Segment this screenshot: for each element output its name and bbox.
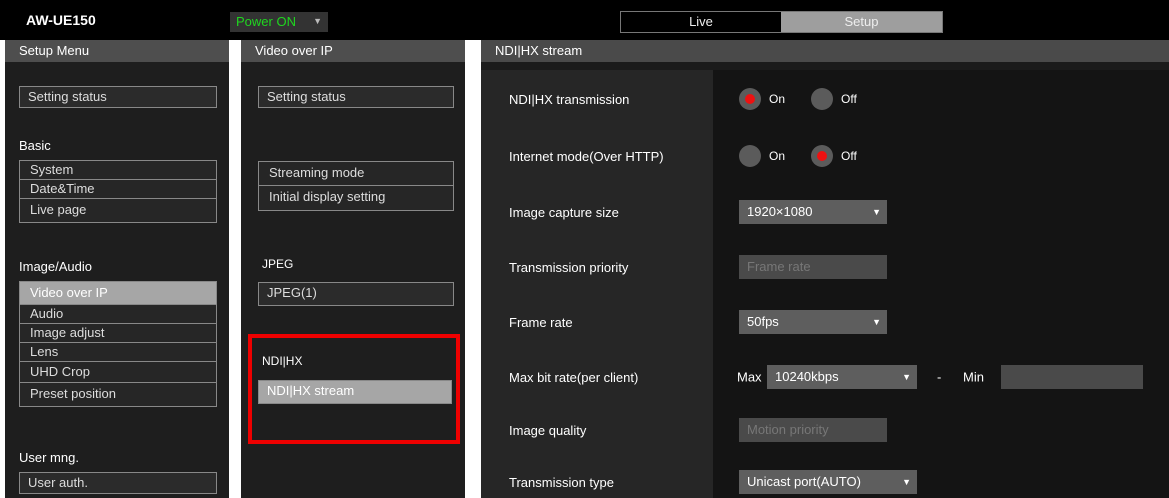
row-max-bit-rate: Max bit rate(per client) Max 10240kbps ▼… xyxy=(481,350,1169,404)
video-over-ip-menu-list: Streaming mode Initial display setting xyxy=(258,161,454,211)
menu-item-date-time[interactable]: Date&Time xyxy=(20,180,216,199)
internet-mode-off-radio[interactable]: Off xyxy=(811,145,857,167)
menu-item-initial-display-setting[interactable]: Initial display setting xyxy=(259,186,453,210)
image-quality-value: Motion priority xyxy=(747,422,829,437)
image-quality-select: Motion priority xyxy=(739,418,887,442)
menu-item-live-page[interactable]: Live page xyxy=(20,199,216,222)
frame-rate-select[interactable]: 50fps ▼ xyxy=(739,310,887,334)
ndi-transmission-control: On Off xyxy=(713,70,1169,128)
transmission-type-select[interactable]: Unicast port(AUTO) ▼ xyxy=(739,470,917,494)
menu-item-streaming-mode[interactable]: Streaming mode xyxy=(259,162,453,186)
basic-menu-list: System Date&Time Live page xyxy=(19,160,217,223)
transmission-type-label: Transmission type xyxy=(481,456,713,498)
transmission-priority-select: Frame rate xyxy=(739,255,887,279)
menu-item-jpeg-1[interactable]: JPEG(1) xyxy=(258,282,454,306)
chevron-down-icon: ▼ xyxy=(313,16,322,26)
ndi-transmission-label: NDI|HX transmission xyxy=(481,70,713,128)
image-quality-label: Image quality xyxy=(481,404,713,456)
menu-item-system[interactable]: System xyxy=(20,161,216,180)
main-title: NDI|HX stream xyxy=(481,40,1169,62)
row-internet-mode: Internet mode(Over HTTP) On Off xyxy=(481,128,1169,184)
max-bit-rate-select[interactable]: 10240kbps ▼ xyxy=(767,365,917,389)
tab-setup[interactable]: Setup xyxy=(781,12,942,32)
sub-setting-status-button[interactable]: Setting status xyxy=(258,86,454,108)
power-dropdown[interactable]: Power ON ▼ xyxy=(230,12,328,32)
menu-item-image-adjust[interactable]: Image adjust xyxy=(20,324,216,343)
chevron-down-icon: ▼ xyxy=(902,477,911,487)
row-transmission-type: Transmission type Unicast port(AUTO) ▼ xyxy=(481,456,1169,498)
menu-item-lens[interactable]: Lens xyxy=(20,343,216,362)
menu-item-preset-position[interactable]: Preset position xyxy=(20,383,216,406)
radio-off-label: Off xyxy=(841,149,857,163)
min-bit-rate-select xyxy=(1001,365,1143,389)
group-label-jpeg: JPEG xyxy=(262,257,294,271)
transmission-priority-label: Transmission priority xyxy=(481,240,713,294)
range-dash: - xyxy=(937,369,942,385)
tab-live[interactable]: Live xyxy=(621,12,781,32)
max-label: Max xyxy=(737,369,762,385)
min-label: Min xyxy=(963,369,984,385)
top-bar: AW-UE150 Power ON ▼ Live Setup xyxy=(0,0,1169,40)
model-name: AW-UE150 xyxy=(26,12,96,28)
group-label-user-mng: User mng. xyxy=(19,450,79,465)
radio-unselected-icon xyxy=(739,145,761,167)
setup-menu-title: Setup Menu xyxy=(5,40,229,62)
radio-unselected-icon xyxy=(811,88,833,110)
row-frame-rate: Frame rate 50fps ▼ xyxy=(481,294,1169,350)
radio-selected-icon xyxy=(811,145,833,167)
row-transmission-priority: Transmission priority Frame rate xyxy=(481,240,1169,294)
max-bit-rate-value: 10240kbps xyxy=(775,369,839,384)
transmission-type-control: Unicast port(AUTO) ▼ xyxy=(713,456,1169,498)
frame-rate-label: Frame rate xyxy=(481,294,713,350)
transmission-priority-control: Frame rate xyxy=(713,240,1169,294)
chevron-down-icon: ▼ xyxy=(872,207,881,217)
group-label-image-audio: Image/Audio xyxy=(19,259,92,274)
radio-on-label: On xyxy=(769,149,786,163)
menu-item-video-over-ip[interactable]: Video over IP xyxy=(20,282,216,305)
mode-tabs: Live Setup xyxy=(620,11,943,33)
transmission-priority-value: Frame rate xyxy=(747,259,811,274)
internet-mode-control: On Off xyxy=(713,128,1169,184)
image-audio-menu-list: Video over IP Audio Image adjust Lens UH… xyxy=(19,281,217,407)
chevron-down-icon: ▼ xyxy=(872,317,881,327)
chevron-down-icon: ▼ xyxy=(902,372,911,382)
image-capture-size-control: 1920×1080 ▼ xyxy=(713,184,1169,240)
highlight-box xyxy=(248,334,460,444)
max-bit-rate-control: Max 10240kbps ▼ - Min xyxy=(713,350,1169,404)
image-capture-size-value: 1920×1080 xyxy=(747,204,813,219)
radio-selected-icon xyxy=(739,88,761,110)
image-capture-size-select[interactable]: 1920×1080 ▼ xyxy=(739,200,887,224)
ndi-transmission-off-radio[interactable]: Off xyxy=(811,88,857,110)
group-label-basic: Basic xyxy=(19,138,51,153)
ndi-transmission-on-radio[interactable]: On xyxy=(739,88,785,110)
row-image-capture-size: Image capture size 1920×1080 ▼ xyxy=(481,184,1169,240)
menu-item-uhd-crop[interactable]: UHD Crop xyxy=(20,362,216,383)
internet-mode-label: Internet mode(Over HTTP) xyxy=(481,128,713,184)
internet-mode-on-radio[interactable]: On xyxy=(739,145,785,167)
row-image-quality: Image quality Motion priority xyxy=(481,404,1169,456)
frame-rate-value: 50fps xyxy=(747,314,779,329)
row-ndi-transmission: NDI|HX transmission On Off xyxy=(481,70,1169,128)
menu-item-audio[interactable]: Audio xyxy=(20,305,216,324)
menu-item-user-auth[interactable]: User auth. xyxy=(19,472,217,494)
setting-status-button[interactable]: Setting status xyxy=(19,86,217,108)
power-label: Power ON xyxy=(236,14,296,29)
image-quality-control: Motion priority xyxy=(713,404,1169,456)
transmission-type-value: Unicast port(AUTO) xyxy=(747,474,861,489)
max-bit-rate-label: Max bit rate(per client) xyxy=(481,350,713,404)
image-capture-size-label: Image capture size xyxy=(481,184,713,240)
sub-menu-title: Video over IP xyxy=(241,40,465,62)
radio-off-label: Off xyxy=(841,92,857,106)
frame-rate-control: 50fps ▼ xyxy=(713,294,1169,350)
radio-on-label: On xyxy=(769,92,786,106)
